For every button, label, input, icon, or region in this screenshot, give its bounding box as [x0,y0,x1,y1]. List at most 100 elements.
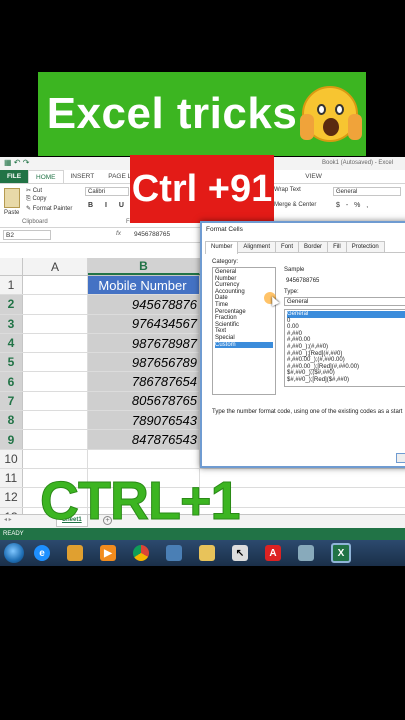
media-player-icon[interactable]: ▶ [100,545,116,561]
cell-a[interactable] [23,430,88,449]
type-item[interactable]: #,##0.00_);(#,##0.00) [287,357,405,364]
merge-center-button[interactable]: Merge & Center [274,202,316,208]
category-item[interactable]: Custom [215,341,273,349]
row-header[interactable]: 5 [0,353,23,372]
display-icon[interactable] [298,545,314,561]
row-header[interactable]: 1 [0,276,23,295]
internet-explorer-icon[interactable]: e [34,545,50,561]
row-header[interactable]: 4 [0,333,23,353]
category-item[interactable]: Number [215,276,273,283]
cell-a[interactable] [23,411,88,430]
bold-italic-underline-icons[interactable]: B I U [88,202,129,209]
type-item[interactable]: 0.00 [287,324,405,331]
cell-b[interactable]: 987678987 [88,333,200,353]
format-painter-button[interactable]: ✎ Format Painter [26,205,72,212]
folder-icon[interactable] [199,545,215,561]
type-item[interactable]: General [287,311,405,318]
wrap-text-button[interactable]: Wrap Text [274,187,301,193]
cell-b[interactable]: 976434567 [88,314,200,333]
category-item[interactable]: Time [215,302,273,309]
type-item[interactable]: $#,##0_);($#,##0) [287,370,405,377]
row-header[interactable]: 9 [0,430,23,449]
dialog-tab-protection[interactable]: Protection [345,241,385,252]
category-item[interactable]: Percentage [215,309,273,316]
cell-b[interactable] [88,449,200,468]
cell-a[interactable] [23,391,88,411]
cut-button[interactable]: ✂ Cut [26,187,42,194]
cell-a[interactable] [23,353,88,372]
cell-a[interactable] [23,314,88,333]
cell-b[interactable]: 789076543 [88,411,200,430]
dialog-tab-alignment[interactable]: Alignment [237,241,277,252]
row-header[interactable]: 10 [0,449,23,468]
category-item[interactable]: Special [215,335,273,342]
chrome-icon[interactable] [133,545,149,561]
cell-b[interactable]: 805678765 [88,391,200,411]
ok-button[interactable] [396,453,405,463]
cell-a[interactable] [23,295,88,314]
type-item[interactable]: #,##0_);(#,##0) [287,344,405,351]
sheet-nav-arrows-icon[interactable]: ◂ ▸ [4,516,12,523]
copy-label: Copy [32,196,47,202]
number-format-icons[interactable]: $ - % , [336,202,370,209]
cell-a[interactable] [23,333,88,353]
font-name-select[interactable]: Calibri [85,187,129,196]
column-header-a[interactable]: A [23,258,88,275]
select-all-corner[interactable] [0,258,23,275]
row-header[interactable]: 8 [0,411,23,430]
format-painter-label: Format Painter [32,206,73,212]
row-header[interactable]: 2 [0,295,23,314]
start-orb-icon[interactable] [4,543,24,563]
category-item[interactable]: Text [215,328,273,335]
copy-button[interactable]: ⎘ Copy [26,196,46,203]
row-header[interactable]: 12 [0,488,23,507]
type-item[interactable]: #,##0.00 [287,337,405,344]
paste-icon[interactable] [4,188,20,208]
column-header-b[interactable]: B [88,258,200,275]
excel-icon[interactable]: X [331,543,351,563]
row-header[interactable]: 3 [0,314,23,333]
dialog-tab-number[interactable]: Number [205,241,239,254]
formula-input[interactable]: 9456788765 [134,231,170,238]
dialog-tab-font[interactable]: Font [275,241,300,252]
cell-a[interactable] [23,449,88,468]
cell-b[interactable]: 847876543 [88,430,200,449]
row-header[interactable]: 7 [0,391,23,411]
cursor-app-icon[interactable]: ↖ [232,545,248,561]
cell-a[interactable] [23,372,88,391]
pdf-icon[interactable]: A [265,545,281,561]
type-item[interactable]: #,##0.00_);[Red](#,##0.00) [287,364,405,371]
cell-b[interactable]: Mobile Number [88,276,200,295]
category-list[interactable]: General Number Currency Accounting Date Time P… [212,267,276,395]
type-input[interactable]: General [284,297,405,306]
category-item[interactable]: General [215,269,273,276]
name-box[interactable]: B2 [3,230,51,240]
screaming-face-emoji-icon [300,86,362,142]
cell-b[interactable]: 786787654 [88,372,200,391]
type-item[interactable]: #,##0 [287,331,405,338]
cell-a[interactable] [23,276,88,295]
category-item[interactable]: Fraction [215,315,273,322]
category-item[interactable]: Scientific [215,322,273,329]
tab-file[interactable]: FILE [0,170,28,183]
type-item[interactable]: 0 [287,318,405,325]
row-header[interactable]: 6 [0,372,23,391]
category-item[interactable]: Currency [215,282,273,289]
network-icon[interactable] [166,545,182,561]
quick-access-toolbar-icon[interactable]: ▦ ↶ ↷ [4,158,29,167]
paste-label[interactable]: Paste [4,210,19,216]
cell-b[interactable]: 945678876 [88,295,200,314]
type-item[interactable]: $#,##0_);[Red]($#,##0) [287,377,405,384]
row-header[interactable]: 11 [0,468,23,488]
dialog-tab-border[interactable]: Border [298,241,329,252]
tab-view[interactable]: VIEW [298,170,329,183]
tab-home[interactable]: HOME [28,170,64,183]
type-item[interactable]: #,##0_);[Red](#,##0) [287,351,405,358]
dialog-tab-fill[interactable]: Fill [327,241,347,252]
cell-b[interactable]: 987656789 [88,353,200,372]
number-format-select[interactable]: General [333,187,401,196]
fx-icon[interactable]: fx [116,230,121,237]
tab-insert[interactable]: INSERT [64,170,102,183]
explorer-icon[interactable] [67,545,83,561]
type-list[interactable]: General 0 0.00 #,##0 #,##0.00 #,##0_);(#,##0)… [284,309,405,387]
